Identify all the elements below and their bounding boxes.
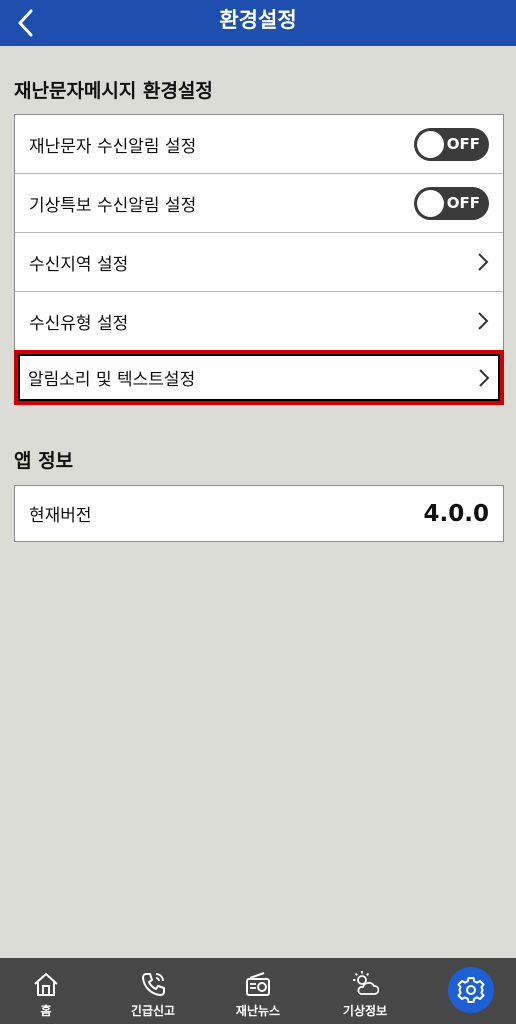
- highlight-inner-border: [18, 354, 500, 401]
- row-region-settings[interactable]: 수신지역 설정: [15, 233, 503, 292]
- row-label: 수신유형 설정: [29, 313, 129, 334]
- chevron-right-icon: [478, 253, 489, 271]
- row-type-settings[interactable]: 수신유형 설정: [15, 292, 503, 351]
- nav-label: 긴급신고: [130, 1004, 176, 1018]
- row-label: 기상특보 수신알림 설정: [29, 195, 197, 216]
- page-title: 환경설정: [219, 8, 297, 32]
- bottom-nav: 홈 긴급신고 재난뉴스 기상정보: [0, 958, 516, 1024]
- nav-label: 기상정보: [342, 1004, 388, 1018]
- chevron-right-icon: [478, 312, 489, 330]
- nav-label: 홈: [40, 1004, 52, 1018]
- app-info-group: 현재버전 4.0.0: [14, 485, 504, 542]
- row-disaster-alert[interactable]: 재난문자 수신알림 설정 OFF: [15, 115, 503, 174]
- toggle-state: OFF: [446, 193, 480, 212]
- nav-weather[interactable]: 기상정보: [330, 958, 400, 1024]
- row-label: 재난문자 수신알림 설정: [29, 136, 197, 157]
- nav-emergency-report[interactable]: 긴급신고: [118, 958, 188, 1024]
- gear-icon: [457, 977, 485, 1003]
- toggle-knob: [417, 189, 444, 217]
- row-version: 현재버전 4.0.0: [15, 486, 503, 541]
- row-weather-alert[interactable]: 기상특보 수신알림 설정 OFF: [15, 174, 503, 233]
- weather-icon: [353, 971, 379, 995]
- nav-home[interactable]: 홈: [11, 958, 81, 1024]
- section-title-app-info: 앱 정보: [14, 450, 74, 472]
- toggle-state: OFF: [446, 134, 480, 153]
- toggle-knob: [417, 130, 444, 158]
- nav-disaster-news[interactable]: 재난뉴스: [223, 958, 293, 1024]
- weather-alert-toggle[interactable]: OFF: [414, 186, 489, 220]
- disaster-settings-group: 재난문자 수신알림 설정 OFF 기상특보 수신알림 설정 OFF 수신지역 설…: [14, 114, 504, 405]
- section-title-disaster: 재난문자메시지 환경설정: [14, 80, 213, 102]
- settings-button[interactable]: [448, 967, 494, 1013]
- version-label: 현재버전: [29, 506, 92, 526]
- phone-icon: [142, 973, 165, 996]
- row-label: 수신지역 설정: [29, 254, 129, 275]
- header-bar: 환경설정: [0, 0, 516, 46]
- disaster-alert-toggle[interactable]: OFF: [414, 127, 489, 161]
- version-value: 4.0.0: [423, 500, 490, 527]
- radio-icon: [246, 972, 270, 996]
- row-sound-text-settings[interactable]: 알림소리 및 텍스트설정: [14, 350, 504, 405]
- home-icon: [34, 973, 58, 996]
- nav-label: 재난뉴스: [235, 1004, 281, 1018]
